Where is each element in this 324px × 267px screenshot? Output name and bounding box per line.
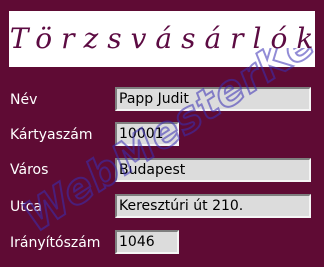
postcode-field[interactable]: 1046 — [115, 230, 179, 254]
card-number-field[interactable]: 10001 — [115, 122, 179, 146]
title-banner: Törzsvásárlók — [9, 11, 315, 67]
watermark-logo: WebMesterKé — [16, 48, 316, 242]
label-postcode: Irányítószám — [10, 235, 101, 251]
city-field[interactable]: Budapest — [115, 158, 311, 182]
form-title: Törzsvásárlók — [9, 22, 323, 55]
label-street: Utca — [10, 199, 43, 215]
name-field[interactable]: Papp Judit — [115, 87, 311, 111]
street-field[interactable]: Keresztúri út 210. — [115, 194, 311, 218]
label-name: Név — [10, 92, 38, 108]
label-city: Város — [10, 162, 49, 178]
form-window: Törzsvásárlók Név Papp Judit Kártyaszám … — [0, 0, 324, 267]
label-card-number: Kártyaszám — [10, 127, 93, 143]
